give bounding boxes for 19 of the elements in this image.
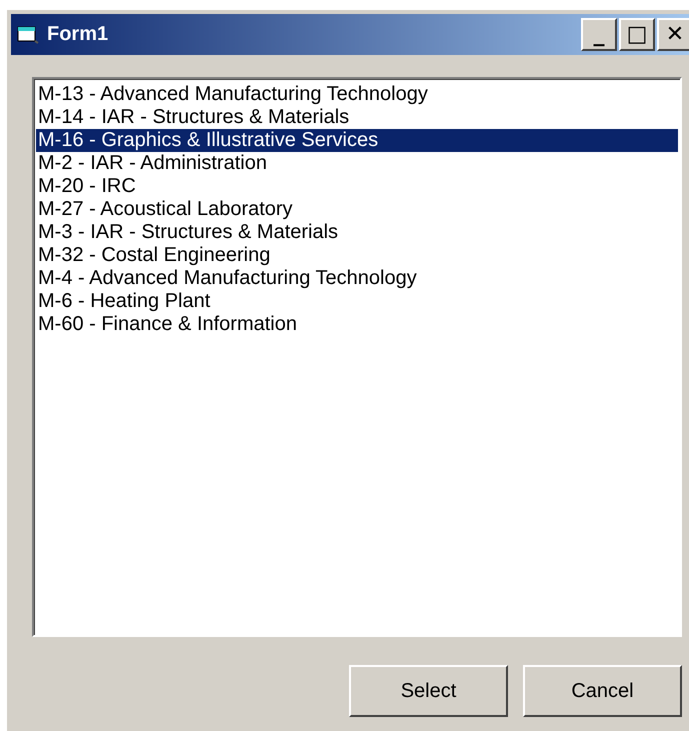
close-button[interactable]: ✕: [657, 18, 689, 51]
list-item[interactable]: M-32 - Costal Engineering: [36, 244, 678, 267]
list-box[interactable]: [32, 77, 682, 637]
list-item[interactable]: M-20 - IRC: [36, 175, 678, 198]
window-icon: [17, 26, 39, 44]
list-item[interactable]: M-6 - Heating Plant: [36, 290, 678, 313]
cancel-button[interactable]: Cancel: [523, 665, 682, 717]
window-title: Form1: [47, 23, 110, 46]
list-item[interactable]: M-60 - Finance & Information: [36, 313, 678, 336]
minimize-button[interactable]: _: [581, 18, 617, 51]
list-item[interactable]: M-4 - Advanced Manufacturing Technology: [36, 267, 678, 290]
list-item[interactable]: M-14 - IAR - Structures & Materials: [36, 106, 678, 129]
list-item[interactable]: M-16 - Graphics & Illustrative Services: [36, 129, 678, 152]
select-button[interactable]: Select: [349, 665, 508, 717]
maximize-button[interactable]: □: [619, 18, 655, 51]
list-item[interactable]: M-3 - IAR - Structures & Materials: [36, 221, 678, 244]
list-item[interactable]: M-2 - IAR - Administration: [36, 152, 678, 175]
list-item[interactable]: M-13 - Advanced Manufacturing Technology: [36, 83, 678, 106]
list-item[interactable]: M-27 - Acoustical Laboratory: [36, 198, 678, 221]
